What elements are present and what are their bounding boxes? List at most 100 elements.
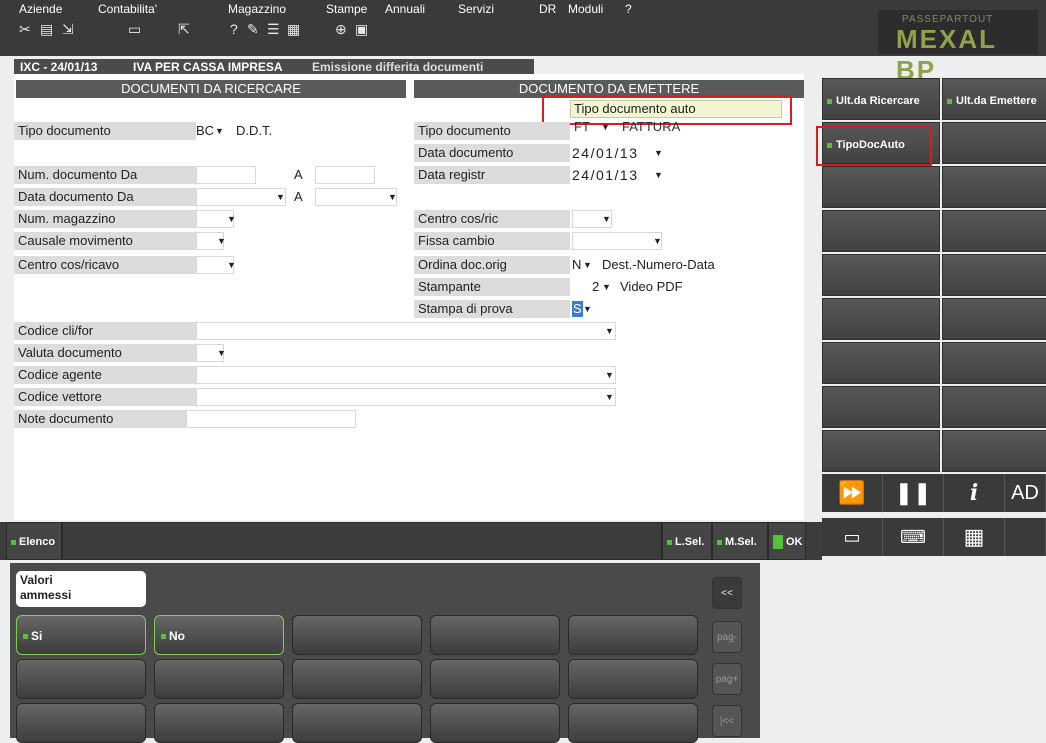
side-empty-button[interactable] — [822, 342, 940, 384]
menu-dr[interactable]: DR — [539, 2, 556, 16]
grid-icon[interactable]: ▦ — [944, 518, 1005, 556]
side-empty-button[interactable] — [822, 210, 940, 252]
export-icon[interactable]: ⇱ — [178, 20, 190, 38]
option-empty-button[interactable] — [568, 703, 698, 743]
printer-icon[interactable]: ▭ — [128, 20, 141, 38]
chevron-down-icon[interactable]: ▼ — [653, 232, 662, 250]
num-documento-from-input[interactable] — [196, 166, 256, 184]
side-empty-button[interactable] — [942, 166, 1046, 208]
ad-button[interactable]: AD — [1005, 474, 1046, 512]
fissa-cambio-input[interactable] — [572, 232, 662, 250]
option-empty-button[interactable] — [430, 703, 560, 743]
option-empty-button[interactable] — [16, 703, 146, 743]
chevron-down-icon[interactable]: ▼ — [227, 256, 236, 274]
side-empty-button[interactable] — [822, 430, 940, 472]
chevron-down-icon[interactable]: ▼ — [602, 278, 611, 296]
chevron-down-icon[interactable]: ▼ — [654, 144, 663, 162]
chevron-down-icon[interactable]: ▼ — [654, 166, 663, 184]
chevron-down-icon[interactable]: ▼ — [215, 122, 224, 140]
chevron-down-icon[interactable]: ▼ — [276, 188, 285, 206]
chevron-down-icon[interactable]: ▼ — [217, 344, 226, 362]
side-empty-button[interactable] — [822, 386, 940, 428]
menu-help[interactable]: ? — [625, 2, 632, 16]
data-documento-to-input[interactable] — [315, 188, 397, 206]
menu-stampe[interactable]: Stampe — [326, 2, 367, 16]
scissors-icon[interactable]: ✂ — [19, 20, 31, 38]
keyboard-icon[interactable]: ⌨ — [883, 518, 944, 556]
calendar-icon[interactable]: ☰ — [267, 20, 280, 38]
option-empty-button[interactable] — [292, 703, 422, 743]
ok-button[interactable]: OK — [768, 522, 806, 560]
option-si-button[interactable]: Si — [16, 615, 146, 655]
emit-data-registr-value[interactable]: 24/01/13 — [572, 166, 639, 184]
chevron-down-icon[interactable]: ▼ — [602, 210, 611, 228]
side-empty-button[interactable] — [822, 298, 940, 340]
bottom-empty-button[interactable] — [62, 522, 662, 560]
ult-da-emettere-button[interactable]: Ult.da Emettere — [942, 78, 1046, 120]
lsel-button[interactable]: L.Sel. — [662, 522, 712, 560]
side-empty-button[interactable] — [822, 254, 940, 296]
menu-servizi[interactable]: Servizi — [458, 2, 494, 16]
menu-contabilita[interactable]: Contabilita' — [98, 2, 157, 16]
page-minus-button[interactable]: pag- — [712, 621, 742, 653]
chevron-down-icon[interactable]: ▼ — [601, 118, 610, 136]
keyboard-small-icon[interactable]: ▭ — [822, 518, 883, 556]
menu-annuali[interactable]: Annuali — [385, 2, 425, 16]
expand-icon[interactable]: ⊕ — [335, 20, 347, 38]
side-empty-button[interactable] — [942, 122, 1046, 164]
tipo-documento-code[interactable]: BC — [196, 122, 214, 140]
option-empty-button[interactable] — [568, 659, 698, 699]
msel-button[interactable]: M.Sel. — [712, 522, 768, 560]
calculator-icon[interactable]: ✎ — [247, 20, 259, 38]
side-empty-button[interactable] — [942, 430, 1046, 472]
menu-moduli[interactable]: Moduli — [568, 2, 603, 16]
emit-tipo-documento-code[interactable]: FT — [574, 118, 590, 136]
chevron-down-icon[interactable]: ▼ — [605, 388, 614, 406]
last-page-button[interactable]: |<< — [712, 705, 742, 737]
side-empty-button[interactable] — [1005, 518, 1046, 556]
side-empty-button[interactable] — [942, 254, 1046, 296]
side-empty-button[interactable] — [822, 166, 940, 208]
option-empty-button[interactable] — [430, 659, 560, 699]
codice-vettore-input[interactable] — [196, 388, 616, 406]
menu-magazzino[interactable]: Magazzino — [228, 2, 286, 16]
chevron-down-icon[interactable]: ▼ — [227, 210, 236, 228]
stampante-code[interactable]: 2 — [592, 278, 599, 296]
shortcut-icon[interactable]: ⇲ — [62, 20, 74, 38]
chevron-down-icon[interactable]: ▼ — [605, 366, 614, 384]
codice-cli-for-input[interactable] — [196, 322, 616, 340]
side-empty-button[interactable] — [942, 386, 1046, 428]
option-empty-button[interactable] — [430, 615, 560, 655]
option-empty-button[interactable] — [292, 659, 422, 699]
chevron-down-icon[interactable]: ▼ — [583, 300, 592, 318]
page-plus-button[interactable]: pag+ — [712, 663, 742, 695]
side-empty-button[interactable] — [942, 298, 1046, 340]
ult-da-ricercare-button[interactable]: Ult.da Ricercare — [822, 78, 940, 120]
chevron-down-icon[interactable]: ▼ — [388, 188, 397, 206]
side-empty-button[interactable] — [942, 342, 1046, 384]
option-empty-button[interactable] — [154, 703, 284, 743]
info-icon[interactable]: i — [944, 474, 1005, 512]
codice-agente-input[interactable] — [196, 366, 616, 384]
grid-small-icon[interactable]: ▦ — [287, 20, 300, 38]
emit-data-documento-value[interactable]: 24/01/13 — [572, 144, 639, 162]
option-no-button[interactable]: No — [154, 615, 284, 655]
option-empty-button[interactable] — [568, 615, 698, 655]
num-documento-to-input[interactable] — [315, 166, 375, 184]
data-documento-from-input[interactable] — [196, 188, 286, 206]
note-documento-input[interactable] — [186, 410, 356, 428]
chevron-down-icon[interactable]: ▼ — [583, 256, 592, 274]
help-icon[interactable]: ? — [230, 20, 238, 38]
document-icon[interactable]: ▤ — [40, 20, 53, 38]
fast-forward-icon[interactable]: ⏩ — [822, 474, 883, 512]
option-empty-button[interactable] — [16, 659, 146, 699]
stampa-di-prova-value[interactable]: S — [572, 301, 583, 317]
option-empty-button[interactable] — [154, 659, 284, 699]
terminal-icon[interactable]: ▣ — [355, 20, 368, 38]
option-empty-button[interactable] — [292, 615, 422, 655]
first-page-button[interactable]: << — [712, 577, 742, 609]
ordina-doc-orig-code[interactable]: N — [572, 256, 581, 274]
elenco-button[interactable]: Elenco — [6, 522, 62, 560]
side-empty-button[interactable] — [942, 210, 1046, 252]
chevron-down-icon[interactable]: ▼ — [217, 232, 226, 250]
